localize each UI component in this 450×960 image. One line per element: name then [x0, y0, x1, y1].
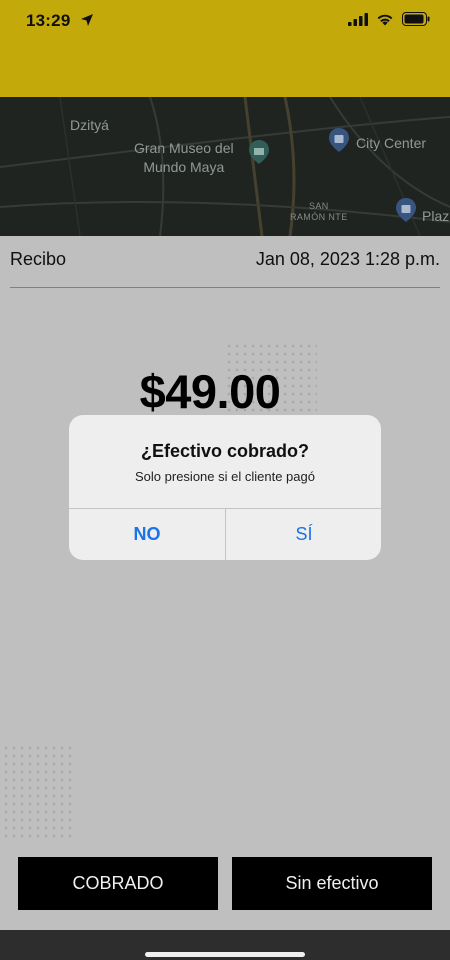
dialog-title: ¿Efectivo cobrado?	[140, 441, 310, 461]
cash-confirm-dialog: ¿Efectivo cobrado? Solo presione si el c…	[69, 415, 381, 560]
dialog-yes-button[interactable]: SÍ	[226, 509, 381, 560]
dialog-no-button[interactable]: NO	[69, 509, 225, 560]
dialog-message: Solo presione si el cliente pagó	[135, 469, 315, 484]
